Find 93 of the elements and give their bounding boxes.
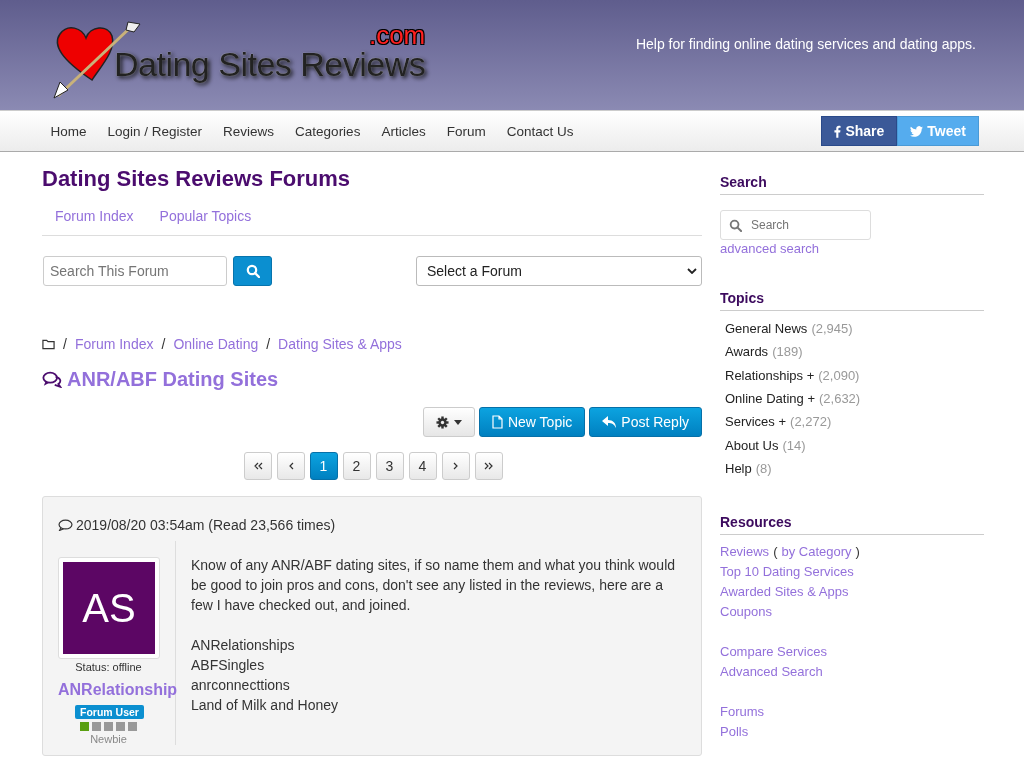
chevron-right-icon xyxy=(452,462,459,470)
nav-link[interactable]: Forum xyxy=(436,123,497,139)
resource-link[interactable]: Advanced Search xyxy=(720,663,823,679)
sidebar-search-field[interactable]: Search xyxy=(720,210,871,240)
section-heading: Search xyxy=(720,174,984,195)
reply-arrow-icon xyxy=(602,416,617,428)
facebook-icon xyxy=(834,124,842,138)
topic-count: (14) xyxy=(782,437,806,453)
logo-text: Dating Sites Reviews xyxy=(114,46,426,82)
topic-count: (2,090) xyxy=(818,367,860,383)
post-meta: 2019/08/20 03:54am (Read 23,566 times) xyxy=(76,517,336,533)
page-button[interactable] xyxy=(441,452,470,480)
topic-link[interactable]: Relationships + xyxy=(725,367,815,383)
folder-icon xyxy=(42,338,55,350)
tools-dropdown-button[interactable] xyxy=(422,407,475,437)
breadcrumb-link[interactable]: Forum Index xyxy=(74,336,154,352)
advanced-search-link[interactable]: advanced search xyxy=(720,241,819,256)
post-text: Land of Milk and Honey xyxy=(191,696,340,715)
breadcrumb-separator: / xyxy=(63,336,67,352)
search-button[interactable] xyxy=(233,256,272,286)
speech-bubble-icon xyxy=(58,519,73,531)
nav-link[interactable]: Login / Register xyxy=(97,123,213,139)
tagline: Help for finding online dating services and dating apps. xyxy=(635,36,976,52)
page-button[interactable] xyxy=(474,452,503,480)
nav-link[interactable]: Categories xyxy=(284,123,371,139)
post-text: Know of any ANR/ABF dating sites, if so name them and what you think would be good to join pros and cons, don't see any listed in the reviews, here are a few I have checked out, and joined. xyxy=(191,556,677,615)
resource-link[interactable]: by Category xyxy=(781,543,852,559)
resource-link[interactable]: Forums xyxy=(720,703,765,719)
parenthesis: ) xyxy=(855,543,860,559)
page-button[interactable]: 2 xyxy=(342,452,371,480)
search-icon xyxy=(245,264,260,278)
topic-count: (2,272) xyxy=(790,414,832,430)
breadcrumb-link[interactable]: Dating Sites & Apps xyxy=(278,336,402,352)
breadcrumb-link[interactable]: Online Dating xyxy=(173,336,259,352)
rank-label: Newbie xyxy=(89,733,128,745)
chevron-down-icon xyxy=(687,268,697,274)
chevron-left-icon xyxy=(287,462,294,470)
breadcrumb-separator: / xyxy=(161,336,166,352)
resource-link[interactable]: Coupons xyxy=(720,603,773,619)
post-text: ABFSingles xyxy=(191,656,266,675)
topic-title: ANR/ABF Dating Sites xyxy=(67,368,279,391)
page-button[interactable]: 1 xyxy=(309,452,338,480)
nav-link[interactable]: Reviews xyxy=(212,123,285,139)
topic-link[interactable]: General News xyxy=(725,321,808,337)
topic-link[interactable]: About Us xyxy=(725,437,779,453)
topic-link[interactable]: Services + xyxy=(725,414,787,430)
forum-search-field[interactable]: Search This Forum xyxy=(43,256,227,286)
section-heading: Topics xyxy=(720,290,984,311)
topic-link[interactable]: Online Dating + xyxy=(725,391,815,407)
page-button[interactable] xyxy=(276,452,305,480)
topic-count: (8) xyxy=(755,460,772,476)
tweet-button[interactable]: Tweet xyxy=(897,116,979,146)
share-button[interactable]: Share xyxy=(821,116,898,146)
author-link[interactable]: ANRelationship xyxy=(58,681,178,699)
resource-link[interactable]: Compare Services xyxy=(720,643,827,659)
double-right-icon xyxy=(483,462,494,470)
post-text: anrconnecttions xyxy=(191,676,291,695)
resource-link[interactable]: Awarded Sites & Apps xyxy=(720,583,849,599)
topic-link[interactable]: Help xyxy=(725,460,752,476)
forum-select[interactable]: Select a Forum xyxy=(416,256,702,286)
topic-link[interactable]: Awards xyxy=(725,344,769,360)
document-icon xyxy=(491,415,503,429)
post-reply-button[interactable]: Post Reply xyxy=(589,407,702,437)
page-title: Dating Sites Reviews Forums xyxy=(42,166,352,192)
page-button[interactable] xyxy=(243,452,272,480)
bird-icon xyxy=(910,125,924,137)
page-button[interactable]: 3 xyxy=(375,452,404,480)
parenthesis: ( xyxy=(773,543,778,559)
user-status: Status: offline xyxy=(74,661,143,673)
nav-link[interactable]: Articles xyxy=(370,123,437,139)
chat-bubbles-icon xyxy=(42,371,62,388)
nav-link[interactable]: Contact Us xyxy=(496,123,584,139)
resource-link[interactable]: Top 10 Dating Services xyxy=(720,563,854,579)
avatar: AS xyxy=(63,562,155,654)
tab[interactable]: Forum Index xyxy=(42,208,147,224)
gear-icon xyxy=(435,415,449,429)
resource-link[interactable]: Polls xyxy=(720,723,749,739)
new-topic-button[interactable]: New Topic xyxy=(478,407,586,437)
search-icon xyxy=(729,219,742,232)
nav-link[interactable]: Home xyxy=(40,123,97,139)
topic-count: (2,632) xyxy=(819,391,861,407)
role-badge: Forum User xyxy=(75,705,144,719)
logo-suffix: .com xyxy=(368,24,426,46)
caret-icon xyxy=(453,419,462,425)
post-text: ANRelationships xyxy=(191,636,296,655)
resource-link[interactable]: Reviews xyxy=(720,543,770,559)
topic-count: (189) xyxy=(772,344,803,360)
double-left-icon xyxy=(252,462,263,470)
breadcrumb-separator: / xyxy=(266,336,271,352)
page-button[interactable]: 4 xyxy=(408,452,437,480)
tab[interactable]: Popular Topics xyxy=(146,208,265,224)
topic-count: (2,945) xyxy=(811,321,853,337)
section-heading: Resources xyxy=(720,514,984,536)
